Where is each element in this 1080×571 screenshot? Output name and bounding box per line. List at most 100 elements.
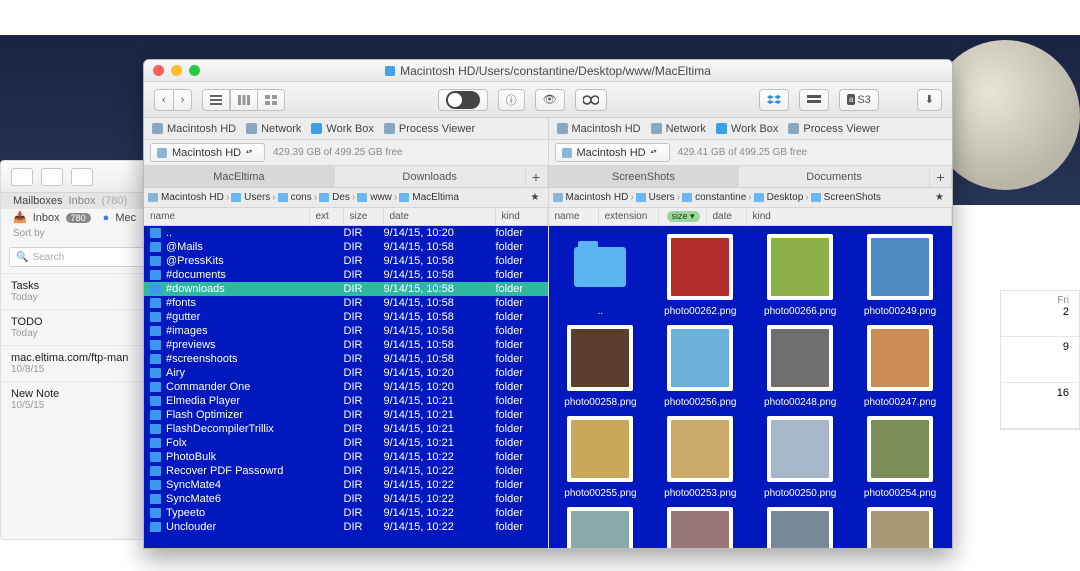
right-breadcrumb[interactable]: Macintosh HD›Users›constantine›Desktop›S… [549, 188, 953, 208]
file-row[interactable]: #documentsDIR9/14/15, 10:58folder [144, 268, 548, 282]
location-item[interactable]: Work Box [716, 123, 778, 135]
file-thumbnail[interactable]: photo00248.png [756, 325, 844, 408]
info-button[interactable]: ⓘ [498, 89, 525, 111]
favorite-icon[interactable]: ★ [527, 192, 544, 203]
file-thumbnail[interactable] [856, 507, 944, 548]
right-column-headers[interactable]: name extension size ▾ date kind [549, 208, 953, 226]
commander-one-window: Macintosh HD/Users/constantine/Desktop/w… [143, 59, 953, 549]
favorite-icon[interactable]: ★ [931, 192, 948, 203]
file-thumbnail[interactable]: photo00249.png [856, 234, 944, 317]
right-tab-add[interactable]: + [930, 166, 952, 187]
location-item[interactable]: Macintosh HD [557, 123, 641, 135]
location-item[interactable]: Process Viewer [384, 123, 475, 135]
file-thumbnail[interactable]: photo00253.png [656, 416, 744, 499]
left-free-space: 429.39 GB of 499.25 GB free [273, 147, 403, 158]
view-list-button[interactable] [202, 89, 230, 111]
mail-mailboxes-label: Mailboxes [13, 195, 63, 207]
s3-button[interactable]: aS3 [839, 89, 879, 111]
file-row[interactable]: #screenshootsDIR9/14/15, 10:58folder [144, 352, 548, 366]
file-row[interactable]: ..DIR9/14/15, 10:20folder [144, 226, 548, 240]
breadcrumb-segment[interactable]: Desktop [754, 192, 804, 203]
dropbox-button[interactable] [759, 89, 789, 111]
breadcrumb-segment[interactable]: ScreenShots [811, 192, 881, 203]
right-pane: ScreenShots Documents + Macintosh HD›Use… [548, 166, 953, 548]
file-thumbnail[interactable]: photo00254.png [856, 416, 944, 499]
file-thumbnail[interactable] [756, 507, 844, 548]
left-tab-active[interactable]: MacEltima [144, 166, 335, 187]
file-row[interactable]: UnclouderDIR9/14/15, 10:22folder [144, 520, 548, 534]
file-row[interactable]: #fontsDIR9/14/15, 10:58folder [144, 296, 548, 310]
file-row[interactable]: Commander OneDIR9/14/15, 10:20folder [144, 380, 548, 394]
left-breadcrumb[interactable]: Macintosh HD›Users›cons›Des›www›MacEltim… [144, 188, 548, 208]
right-tab-active[interactable]: ScreenShots [549, 166, 740, 187]
calendar-window-background: Fri2 9 16 [1000, 290, 1080, 430]
file-row[interactable]: @PressKitsDIR9/14/15, 10:58folder [144, 254, 548, 268]
file-thumbnail[interactable]: photo00250.png [756, 416, 844, 499]
file-row[interactable]: Flash OptimizerDIR9/14/15, 10:21folder [144, 408, 548, 422]
file-row[interactable]: SyncMate6DIR9/14/15, 10:22folder [144, 492, 548, 506]
zoom-icon[interactable] [189, 65, 200, 76]
breadcrumb-segment[interactable]: Users [636, 192, 675, 203]
file-thumbnail[interactable]: photo00266.png [756, 234, 844, 317]
right-tab-other[interactable]: Documents [739, 166, 930, 187]
file-thumbnail[interactable]: photo00256.png [656, 325, 744, 408]
left-file-list[interactable]: ..DIR9/14/15, 10:20folder@MailsDIR9/14/1… [144, 226, 548, 548]
titlebar[interactable]: Macintosh HD/Users/constantine/Desktop/w… [144, 60, 952, 82]
toolbar: ‹ › ⓘ 👁 aS3 ⬇ [144, 82, 952, 118]
file-thumbnail[interactable] [656, 507, 744, 548]
breadcrumb-segment[interactable]: www [357, 192, 392, 203]
file-row[interactable]: SyncMate4DIR9/14/15, 10:22folder [144, 478, 548, 492]
quicklook-button[interactable]: 👁 [535, 89, 565, 111]
left-volume-select[interactable]: Macintosh HD▴▾ [150, 143, 265, 162]
breadcrumb-segment[interactable]: cons [278, 192, 312, 203]
file-row[interactable]: #downloadsDIR9/14/15, 10:58folder [144, 282, 548, 296]
location-item[interactable]: Network [651, 123, 706, 135]
file-row[interactable]: @MailsDIR9/14/15, 10:58folder [144, 240, 548, 254]
breadcrumb-segment[interactable]: MacEltima [399, 192, 459, 203]
left-pane: MacEltima Downloads + Macintosh HD›Users… [144, 166, 548, 548]
location-item[interactable]: Process Viewer [788, 123, 879, 135]
binoculars-button[interactable] [575, 89, 607, 111]
breadcrumb-segment[interactable]: Macintosh HD [553, 192, 629, 203]
file-row[interactable]: Recover PDF PassowrdDIR9/14/15, 10:22fol… [144, 464, 548, 478]
breadcrumb-segment[interactable]: Macintosh HD [148, 192, 224, 203]
view-columns-button[interactable] [230, 89, 258, 111]
window-title: Macintosh HD/Users/constantine/Desktop/w… [400, 64, 711, 78]
nav-forward-button[interactable]: › [174, 89, 193, 111]
left-tab-add[interactable]: + [526, 166, 548, 187]
toggle-button[interactable] [438, 89, 488, 111]
right-volume-select[interactable]: Macintosh HD▴▾ [555, 143, 670, 162]
left-tab-other[interactable]: Downloads [335, 166, 526, 187]
file-row[interactable]: #imagesDIR9/14/15, 10:58folder [144, 324, 548, 338]
location-item[interactable]: Work Box [311, 123, 373, 135]
file-row[interactable]: FlashDecompilerTrillixDIR9/14/15, 10:21f… [144, 422, 548, 436]
view-grid-button[interactable] [258, 89, 285, 111]
file-thumbnail[interactable]: photo00255.png [556, 416, 644, 499]
nav-back-button[interactable]: ‹ [154, 89, 174, 111]
file-row[interactable]: #gutterDIR9/14/15, 10:58folder [144, 310, 548, 324]
download-button[interactable]: ⬇ [917, 89, 942, 111]
file-row[interactable]: PhotoBulkDIR9/14/15, 10:22folder [144, 450, 548, 464]
close-icon[interactable] [153, 65, 164, 76]
right-free-space: 429.41 GB of 499.25 GB free [678, 147, 808, 158]
location-item[interactable]: Macintosh HD [152, 123, 236, 135]
ftp-button[interactable] [799, 89, 829, 111]
file-thumbnail[interactable]: photo00262.png [656, 234, 744, 317]
file-thumbnail[interactable]: photo00247.png [856, 325, 944, 408]
file-thumbnail[interactable] [556, 507, 644, 548]
breadcrumb-segment[interactable]: constantine [682, 192, 746, 203]
file-thumbnail[interactable]: .. [556, 234, 644, 317]
hd-icon [385, 66, 395, 76]
file-row[interactable]: AiryDIR9/14/15, 10:20folder [144, 366, 548, 380]
breadcrumb-segment[interactable]: Users [231, 192, 270, 203]
left-column-headers[interactable]: name ext size date kind [144, 208, 548, 226]
right-file-grid[interactable]: ..photo00262.pngphoto00266.pngphoto00249… [549, 226, 953, 548]
minimize-icon[interactable] [171, 65, 182, 76]
file-row[interactable]: Elmedia PlayerDIR9/14/15, 10:21folder [144, 394, 548, 408]
location-item[interactable]: Network [246, 123, 301, 135]
file-row[interactable]: FolxDIR9/14/15, 10:21folder [144, 436, 548, 450]
file-row[interactable]: #previewsDIR9/14/15, 10:58folder [144, 338, 548, 352]
breadcrumb-segment[interactable]: Des [319, 192, 350, 203]
file-thumbnail[interactable]: photo00258.png [556, 325, 644, 408]
file-row[interactable]: TypeetoDIR9/14/15, 10:22folder [144, 506, 548, 520]
